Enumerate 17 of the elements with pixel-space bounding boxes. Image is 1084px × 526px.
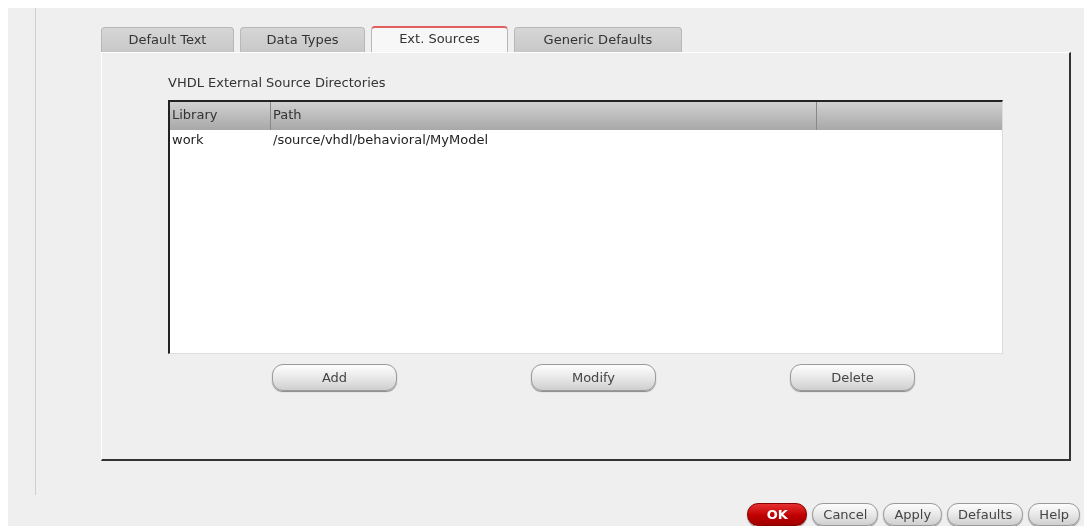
dialog-button[interactable]: Apply — [883, 503, 943, 526]
tab[interactable]: Data Types — [240, 27, 365, 52]
dialog-button[interactable]: Defaults — [947, 503, 1024, 526]
tab[interactable]: Generic Defaults — [514, 27, 682, 52]
section-label: VHDL External Source Directories — [168, 75, 387, 92]
table-cell-text: work — [171, 132, 205, 149]
dialog-button[interactable]: Help — [1028, 503, 1080, 526]
tab[interactable]: Default Text — [101, 27, 234, 52]
ok-button[interactable]: OK — [747, 503, 808, 526]
table-action-button[interactable]: Modify — [531, 364, 656, 391]
column-header[interactable]: Library — [170, 102, 271, 130]
dialog-button[interactable]: Cancel — [812, 503, 879, 526]
table-action-button[interactable]: Delete — [790, 364, 915, 391]
tab[interactable]: Ext. Sources — [371, 26, 508, 52]
table-action-button[interactable]: Add — [272, 364, 397, 391]
column-header[interactable]: Path — [271, 102, 817, 130]
table-cell-text: /source/vhdl/behavioral/MyModel — [272, 132, 490, 149]
